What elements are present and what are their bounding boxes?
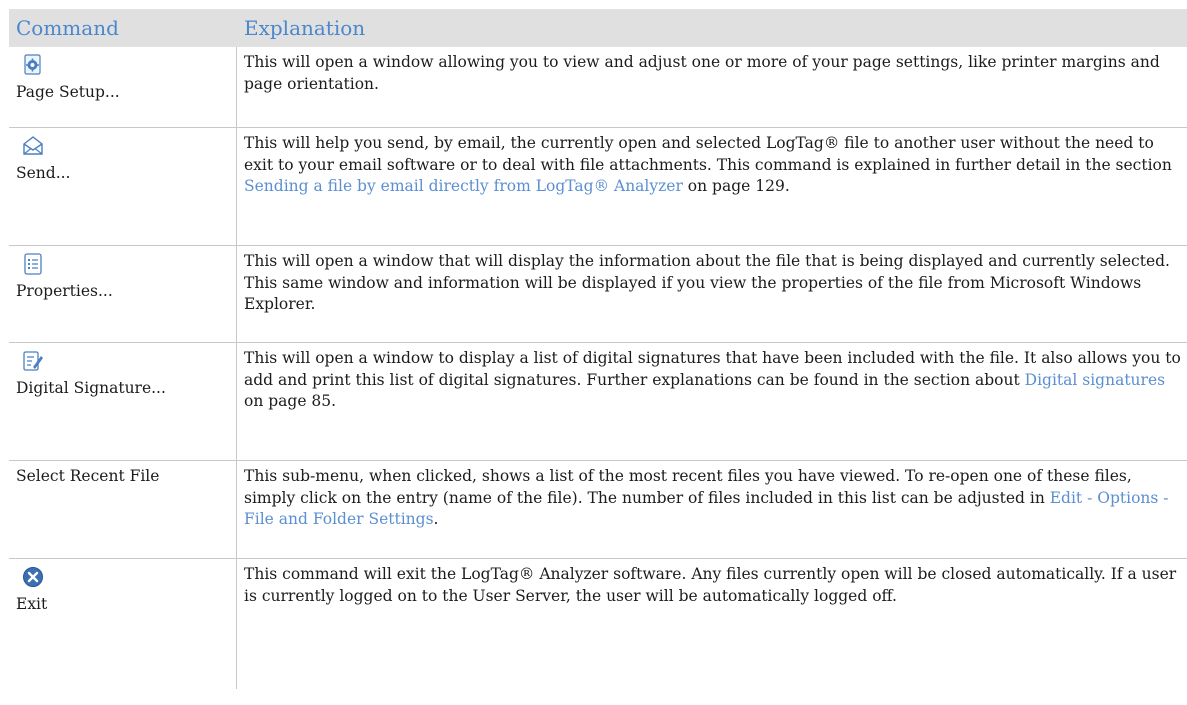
table-row: Page Setup... This will open a window al…: [9, 47, 1187, 128]
explanation-cell: This command will exit the LogTag® Analy…: [244, 565, 1177, 605]
digital-signature-icon: [23, 351, 43, 371]
table-row: Properties... This will open a window th…: [9, 246, 1187, 343]
command-cell: Digital Signature...: [9, 343, 237, 460]
explanation-cell: This sub-menu, when clicked, shows a lis…: [237, 461, 1187, 558]
command-label: Page Setup...: [16, 83, 120, 101]
table-row: Exit This command will exit the LogTag® …: [9, 559, 1187, 689]
explanation-text: on page 129.: [682, 177, 790, 195]
command-cell: Properties...: [9, 246, 237, 342]
command-cell: Exit: [9, 559, 237, 689]
table-row: Digital Signature... This will open a wi…: [9, 343, 1187, 461]
command-table: Command Explanation Page Setup... This w…: [9, 9, 1187, 689]
table-row: Select Recent File This sub-menu, when c…: [9, 461, 1187, 559]
command-label: Properties...: [16, 282, 113, 300]
table-row: Send... This will help you send, by emai…: [9, 128, 1187, 246]
properties-icon: [24, 253, 42, 275]
command-label: Select Recent File: [16, 467, 160, 485]
explanation-cell: This will help you send, by email, the c…: [237, 128, 1187, 245]
exit-icon: [23, 567, 43, 587]
explanation-text: on page 85.: [244, 392, 337, 410]
page-setup-icon: [24, 54, 41, 75]
envelope-icon: [23, 136, 43, 155]
header-command: Command: [16, 16, 119, 40]
command-label: Send...: [16, 164, 71, 182]
explanation-cell: This will open a window to display a lis…: [237, 343, 1187, 460]
header-explanation: Explanation: [244, 16, 366, 40]
explanation-text: .: [433, 510, 439, 528]
table-header: Command Explanation: [9, 9, 1187, 47]
explanation-cell: This will open a window that will displa…: [244, 252, 1170, 313]
sending-file-link[interactable]: Sending a file by email directly from Lo…: [244, 177, 683, 195]
digital-signatures-link[interactable]: Digital signatures: [1025, 371, 1165, 389]
command-label: Digital Signature...: [16, 379, 166, 397]
command-cell: Page Setup...: [9, 47, 237, 127]
explanation-text: This will help you send, by email, the c…: [244, 134, 1172, 174]
explanation-text: This sub-menu, when clicked, shows a lis…: [244, 467, 1132, 507]
command-label: Exit: [16, 595, 48, 613]
explanation-cell: This will open a window allowing you to …: [244, 53, 1160, 93]
command-cell: Select Recent File: [9, 461, 237, 558]
command-cell: Send...: [9, 128, 237, 245]
